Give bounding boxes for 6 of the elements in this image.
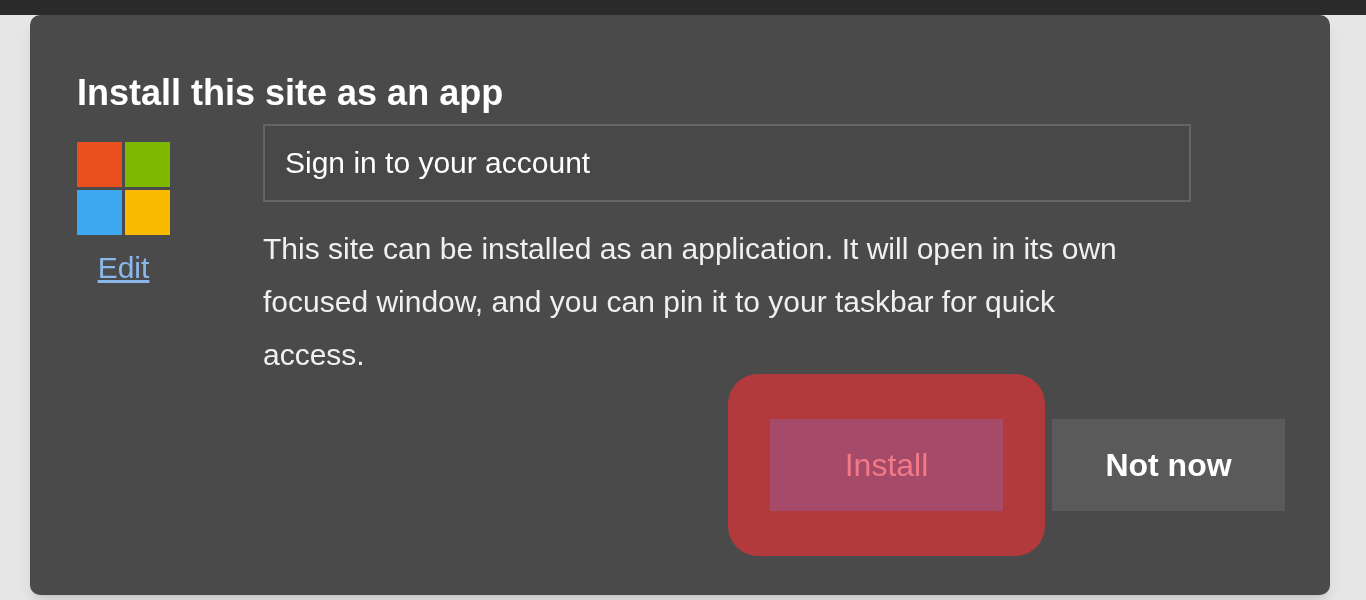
dialog-title: Install this site as an app <box>77 71 505 115</box>
edit-link[interactable]: Edit <box>97 245 150 290</box>
not-now-button[interactable]: Not now <box>1052 419 1285 511</box>
description-text: This site can be installed as an application. It will open in its own focused window, and you can pin it to your taskbar for quick access. <box>263 231 1118 373</box>
app-name-field[interactable]: Sign in to your account <box>263 124 1191 202</box>
four-squares-logo-icon <box>77 142 170 235</box>
